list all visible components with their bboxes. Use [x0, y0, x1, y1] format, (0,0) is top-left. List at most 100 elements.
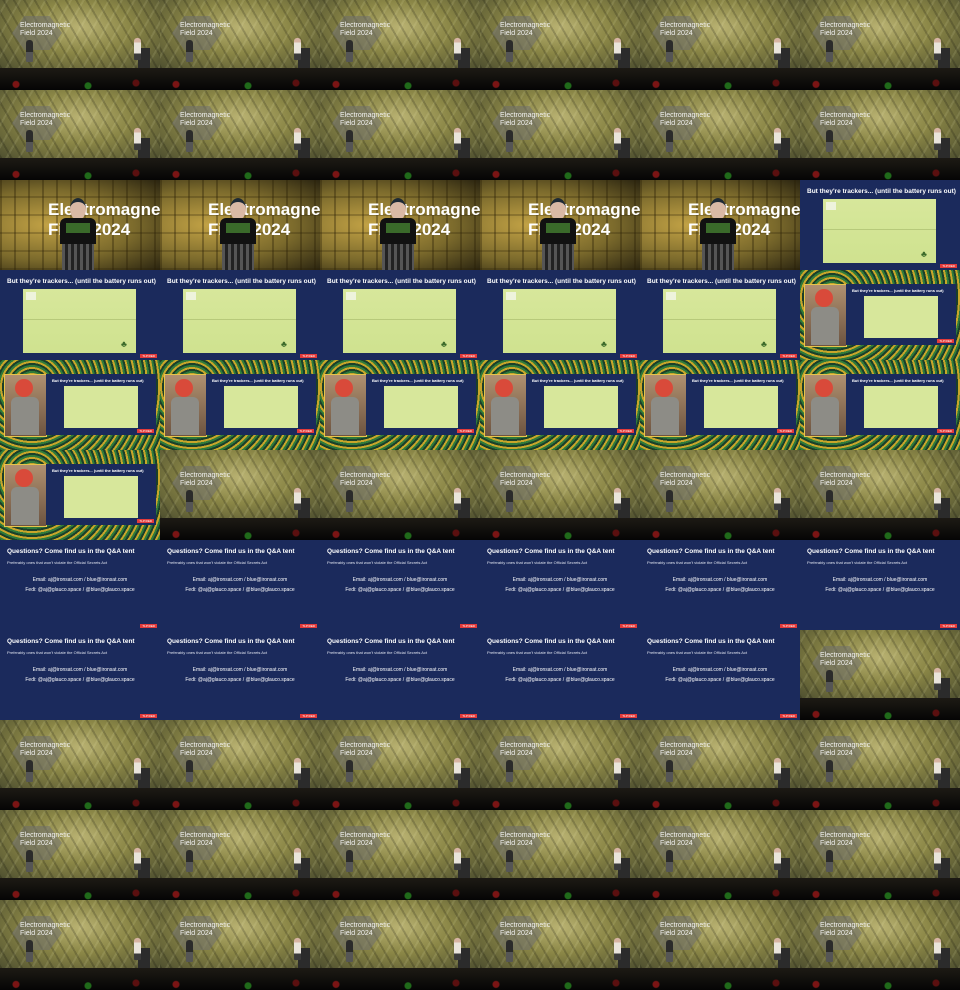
speaker-left [26, 760, 33, 782]
speaker-head [710, 198, 726, 220]
tree-icon: ♣ [921, 249, 927, 259]
event-logo-text: Electromagnetic Field 2024 [820, 832, 871, 847]
speaker-left [826, 670, 833, 692]
composite-frame: But they're trackers... (until the batte… [800, 270, 960, 360]
map-road [343, 319, 456, 320]
speaker-right [774, 488, 781, 510]
event-logo-text: Electromagnetic Field 2024 [180, 112, 231, 127]
shirt-print [226, 223, 250, 233]
event-logo-text: Electromagnetic Field 2024 [340, 472, 391, 487]
speaker-left [346, 760, 353, 782]
slide-subtitle: Preferably ones that won't violate the O… [327, 650, 428, 655]
speaker-head [230, 198, 246, 220]
map-road [663, 319, 776, 320]
slide-title: But they're trackers... (until the batte… [372, 378, 464, 383]
audience [160, 526, 320, 540]
contact-fedi: Fedi: @aj@glauco.space / @blue@glauco.sp… [25, 587, 135, 593]
slide-inset: But they're trackers... (until the batte… [846, 374, 956, 435]
contact-fedi: Fedi: @aj@glauco.space / @blue@glauco.sp… [505, 587, 615, 593]
tlp-tag: TLP:RED [460, 624, 477, 628]
speaker-left [26, 130, 33, 152]
speaker-head [815, 289, 833, 307]
contact-email: Email: aj@ironsat.com / blue@ironsat.com [352, 577, 448, 583]
speaker-head [175, 379, 193, 397]
event-logo-text: Electromagnetic Field 2024 [180, 742, 231, 757]
audience [0, 166, 160, 180]
speaker-left [826, 40, 833, 62]
contact-email: Email: aj@ironsat.com / blue@ironsat.com [192, 577, 288, 583]
stage-frame: Electromagnetic Field 2024 [0, 810, 160, 900]
tlp-tag: TLP:RED [300, 714, 317, 718]
audience [800, 526, 960, 540]
speaker-left [666, 940, 673, 962]
tree-icon: ♣ [761, 339, 767, 349]
audience [800, 886, 960, 900]
audience [800, 796, 960, 810]
composite-frame: But they're trackers... (until the batte… [320, 360, 480, 450]
tlp-tag: TLP:RED [620, 714, 637, 718]
stage-frame: Electromagnetic Field 2024 [640, 810, 800, 900]
speaker-right [934, 488, 941, 510]
contact-fedi: Fedi: @aj@glauco.space / @blue@glauco.sp… [25, 677, 135, 683]
slide-subtitle: Preferably ones that won't violate the O… [647, 650, 748, 655]
speaker-right [614, 758, 621, 780]
map-badge [186, 292, 196, 300]
slide-subtitle: Preferably ones that won't violate the O… [327, 560, 428, 565]
event-logo-text: Electromagnetic Field 2024 [820, 472, 871, 487]
tlp-tag: TLP:RED [137, 429, 154, 433]
audience [0, 886, 160, 900]
stage-frame: Electromagnetic Field 2024 [320, 900, 480, 990]
tlp-tag: TLP:RED [140, 714, 157, 718]
tlp-tag: TLP:RED [300, 354, 317, 358]
tlp-tag: TLP:RED [460, 354, 477, 358]
speaker-right [614, 38, 621, 60]
slide-title: But they're trackers... (until the batte… [807, 188, 956, 195]
stage-frame: Electromagnetic Field 2024 [480, 810, 640, 900]
stage-frame: Electromagnetic Field 2024 [480, 720, 640, 810]
speaker-right [774, 38, 781, 60]
speaker-right [614, 938, 621, 960]
slide-title: But they're trackers... (until the batte… [212, 378, 304, 383]
speaker-right [294, 488, 301, 510]
speaker-left [506, 760, 513, 782]
audience [320, 166, 480, 180]
event-logo-text: Electromagnetic Field 2024 [660, 832, 711, 847]
stage-frame: Electromagnetic Field 2024 [320, 90, 480, 180]
slide-subtitle: Preferably ones that won't violate the O… [167, 650, 268, 655]
stage-frame: Electromagnetic Field 2024 [800, 0, 960, 90]
map-badge [26, 292, 36, 300]
map-screenshot: ♣ [183, 289, 296, 353]
speaker-head [70, 198, 86, 220]
event-logo-text: Electromagnetic Field 2024 [20, 742, 71, 757]
slide-title: Questions? Come find us in the Q&A tent [647, 638, 775, 645]
audience [640, 76, 800, 90]
stage-frame: Electromagnetic Field 2024 [160, 810, 320, 900]
stage-frame: Electromagnetic Field 2024 [320, 0, 480, 90]
frame-grid: Electromagnetic Field 2024 Electromagnet… [0, 0, 960, 990]
tlp-tag: TLP:RED [457, 429, 474, 433]
speaker-camera-inset [804, 374, 847, 437]
stage-frame: Electromagnetic Field 2024 [800, 900, 960, 990]
audience [480, 526, 640, 540]
audience [800, 976, 960, 990]
speaker-head [655, 379, 673, 397]
event-logo-text: Electromagnetic Field 2024 [500, 922, 551, 937]
speaker-camera-inset [4, 374, 47, 437]
slide-frame-qa: Questions? Come find us in the Q&A tent … [320, 540, 480, 630]
speaker-left [26, 850, 33, 872]
contact-fedi: Fedi: @aj@glauco.space / @blue@glauco.sp… [185, 677, 295, 683]
tlp-tag: TLP:RED [940, 264, 957, 268]
event-logo-text: Electromagnetic Field 2024 [660, 472, 711, 487]
tlp-tag: TLP:RED [140, 354, 157, 358]
speaker-right [934, 848, 941, 870]
slide-title: Questions? Come find us in the Q&A tent [807, 548, 935, 555]
speaker-right [774, 758, 781, 780]
map-road [183, 319, 296, 320]
tlp-tag: TLP:RED [460, 714, 477, 718]
speaker-right [614, 128, 621, 150]
slide-frame-trackers: But they're trackers... (until the batte… [0, 270, 160, 360]
audience [320, 76, 480, 90]
stage-frame: Electromagnetic Field 2024 [800, 810, 960, 900]
event-logo-text: Electromagnetic Field 2024 [180, 22, 231, 37]
audience [640, 796, 800, 810]
